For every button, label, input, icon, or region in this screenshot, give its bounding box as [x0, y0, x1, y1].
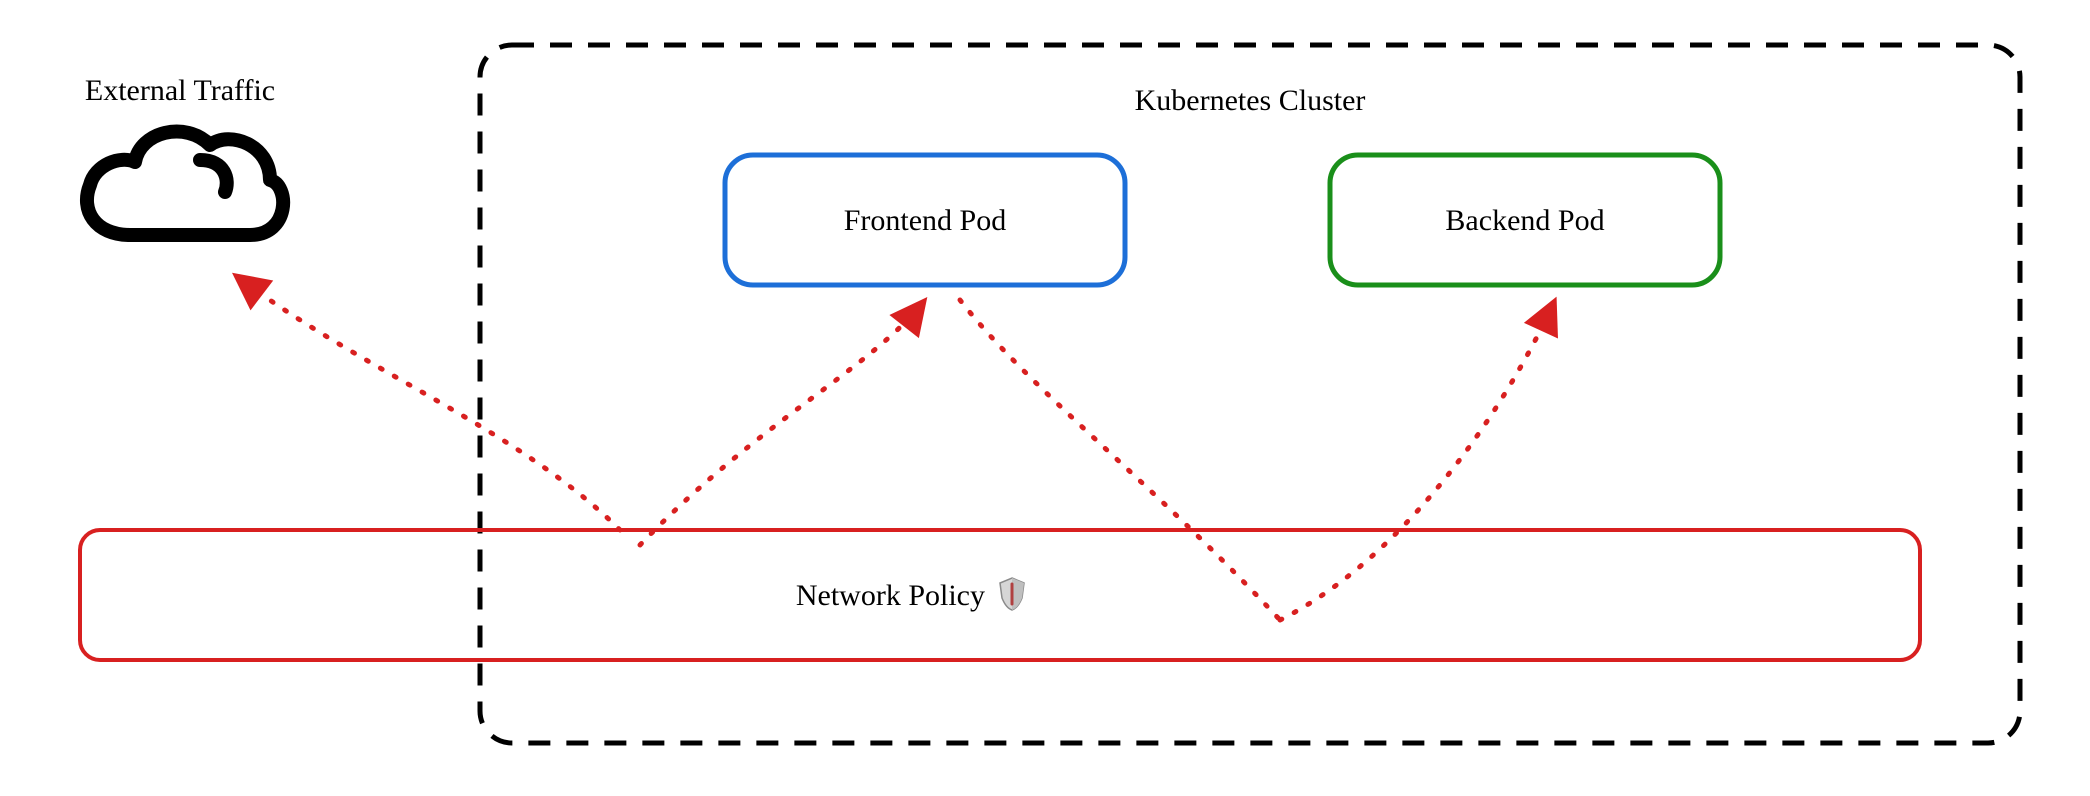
arrow-to-external [235, 275, 620, 530]
network-policy-box [80, 530, 1920, 660]
diagram-canvas: External Traffic Kubernetes Cluster Fron… [0, 0, 2090, 796]
cluster-title: Kubernetes Cluster [1135, 84, 1366, 117]
cluster-container [480, 45, 2020, 743]
arrow-to-frontend [640, 300, 925, 545]
external-traffic-label: External Traffic [85, 74, 275, 107]
arrow-to-backend [1280, 300, 1555, 620]
arrow-dip-left [960, 300, 1280, 620]
frontend-pod-label: Frontend Pod [844, 204, 1007, 237]
shield-icon [1000, 578, 1024, 610]
cloud-icon [87, 131, 283, 235]
backend-pod-label: Backend Pod [1445, 204, 1604, 237]
network-policy-label: Network Policy [796, 579, 985, 612]
